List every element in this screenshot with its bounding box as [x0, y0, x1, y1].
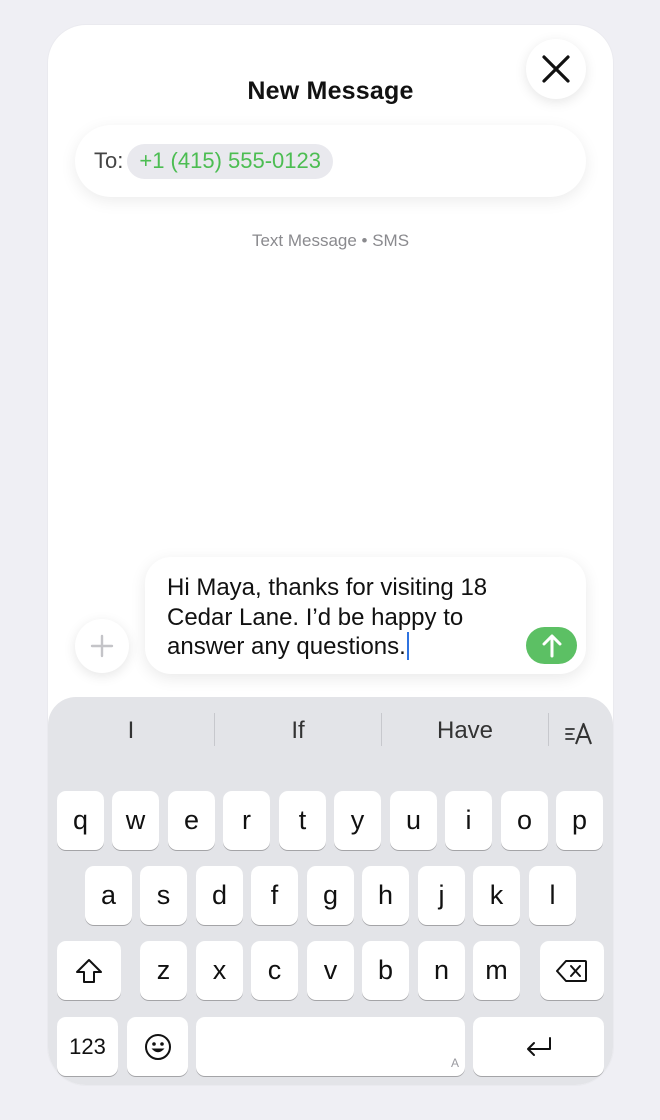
attachments-button[interactable] [75, 619, 129, 673]
shift-key[interactable] [57, 941, 121, 1000]
key-label: z [156, 955, 171, 985]
key-u[interactable]: u [390, 791, 437, 850]
key-label: v [323, 955, 338, 985]
return-key[interactable] [473, 1017, 604, 1076]
key-g[interactable]: g [307, 866, 354, 925]
return-icon [526, 1036, 551, 1056]
key-label: w [125, 805, 146, 835]
service-label: Text Message • SMS [251, 231, 410, 250]
key-label: n [433, 955, 450, 985]
key-label: x [212, 955, 227, 985]
space-hint: A [450, 1056, 459, 1070]
key-label: u [405, 805, 422, 835]
plus-icon [90, 634, 114, 658]
key-w[interactable]: w [112, 791, 159, 850]
suggestion-1[interactable]: I [48, 711, 214, 751]
key-label: j [438, 880, 445, 910]
key-p[interactable]: p [556, 791, 603, 850]
key-label: y [350, 805, 365, 835]
key-label: c [267, 955, 282, 985]
send-button[interactable] [526, 627, 577, 664]
arrow-up-icon [542, 634, 561, 657]
close-button[interactable] [526, 39, 586, 99]
key-label: s [156, 880, 171, 910]
key-label: o [516, 805, 533, 835]
key-q[interactable]: q [57, 791, 104, 850]
suggestion-divider [548, 713, 549, 746]
backspace-icon [556, 959, 587, 982]
key-label: e [183, 805, 200, 835]
emoji-key[interactable] [127, 1017, 188, 1076]
key-z[interactable]: z [140, 941, 187, 1000]
key-label: 123 [69, 1033, 106, 1059]
key-l[interactable]: l [529, 866, 576, 925]
key-label: h [377, 880, 394, 910]
key-j[interactable]: j [418, 866, 465, 925]
key-label: r [242, 805, 251, 835]
message-input-text[interactable]: Hi Maya, thanks for visiting 18 Cedar La… [167, 573, 512, 662]
key-label: m [485, 955, 508, 985]
text-caret [406, 632, 409, 660]
space-key[interactable]: A [196, 1017, 465, 1076]
text-format-icon[interactable] [565, 722, 595, 746]
key-n[interactable]: n [418, 941, 465, 1000]
key-label: f [270, 880, 279, 910]
key-label: q [72, 805, 89, 835]
key-s[interactable]: s [140, 866, 187, 925]
keyboard: I If Have q w e r t y u i o p a s d f g … [48, 697, 613, 1085]
key-label: t [298, 805, 307, 835]
shift-icon [76, 958, 102, 983]
key-b[interactable]: b [362, 941, 409, 1000]
recipient-field[interactable]: To: +1 (415) 555-0123 [75, 125, 586, 197]
key-label: b [377, 955, 394, 985]
key-label: g [322, 880, 339, 910]
key-label: k [489, 880, 504, 910]
numbers-key[interactable]: 123 [57, 1017, 118, 1076]
key-label: i [465, 805, 472, 835]
to-label: To: [94, 148, 124, 173]
key-k[interactable]: k [473, 866, 520, 925]
recipient-chip[interactable]: +1 (415) 555-0123 [127, 143, 333, 179]
key-h[interactable]: h [362, 866, 409, 925]
suggestion-3[interactable]: Have [382, 711, 548, 751]
key-o[interactable]: o [501, 791, 548, 850]
key-r[interactable]: r [223, 791, 270, 850]
key-t[interactable]: t [279, 791, 326, 850]
key-i[interactable]: i [445, 791, 492, 850]
suggestion-2[interactable]: If [215, 711, 381, 751]
key-c[interactable]: c [251, 941, 298, 1000]
message-text: Hi Maya, thanks for visiting 18 Cedar La… [167, 574, 488, 660]
key-d[interactable]: d [196, 866, 243, 925]
delete-key[interactable] [540, 941, 604, 1000]
key-v[interactable]: v [307, 941, 354, 1000]
key-a[interactable]: a [85, 866, 132, 925]
key-x[interactable]: x [196, 941, 243, 1000]
key-y[interactable]: y [334, 791, 381, 850]
emoji-icon [144, 1033, 171, 1060]
key-label: a [100, 880, 117, 910]
close-icon [542, 55, 570, 83]
key-e[interactable]: e [168, 791, 215, 850]
key-f[interactable]: f [251, 866, 298, 925]
key-label: l [549, 880, 556, 910]
key-label: p [571, 805, 588, 835]
message-input[interactable]: Hi Maya, thanks for visiting 18 Cedar La… [145, 557, 586, 674]
key-m[interactable]: m [473, 941, 520, 1000]
compose-sheet: New Message To: +1 (415) 555-0123 Text M… [48, 25, 613, 1085]
key-label: d [211, 880, 228, 910]
